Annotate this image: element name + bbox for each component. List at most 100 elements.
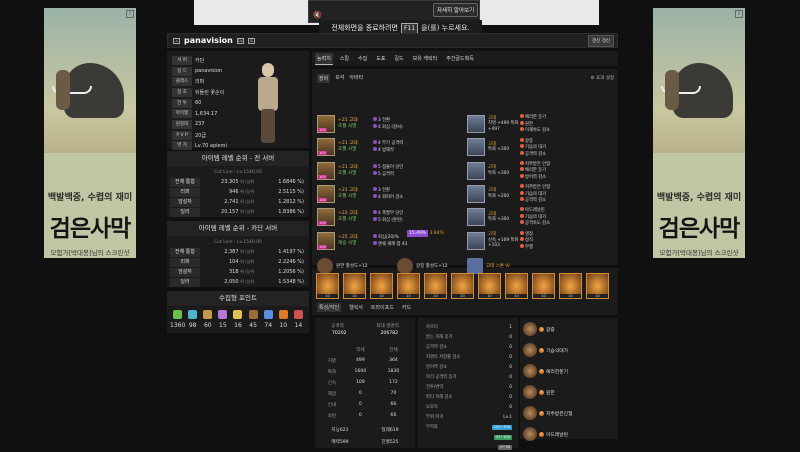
main-tabs: 능력치 스킬 수집 도표 길드 보유 캐릭터 주간골드획득 [312, 51, 618, 66]
engraving-value: 0 [509, 354, 512, 360]
accessory-item[interactable]: 고대 치명 +499 특화 +497 예리한 둔기 원한 이재속도 감소 [467, 114, 612, 134]
gem-level: 10 [587, 294, 608, 298]
gem-item[interactable]: 10 [505, 273, 528, 299]
gem-item[interactable]: 10 [370, 273, 393, 299]
gem-level: 10 [506, 294, 527, 298]
tab-6[interactable]: 주간골드획득 [444, 53, 476, 64]
accessory-item[interactable]: 고대 특화 +300 저주받은 인형 예리한 둔기 방어력 감소 [467, 160, 612, 181]
engraving-key: 카르티 [426, 325, 438, 330]
equip-tab-0[interactable]: 장비 [317, 74, 331, 83]
card-item[interactable]: 3 기습의대가 [520, 340, 618, 360]
card-item[interactable]: 3 예리한둔기 [520, 361, 618, 381]
engraving-value: 0 [509, 334, 512, 340]
collect-item[interactable]: 45 [246, 310, 261, 329]
option-dot-icon [373, 217, 377, 222]
tab-4[interactable]: 길드 [392, 53, 405, 64]
rank-server-panel: 아이템 레벨 순위 - 카단 서버 Cut Line : Lv.1540.00 … [167, 221, 309, 287]
gear-item[interactable]: 100 +21 고대 초월 사멸 4 부기 공격력 4 방해작 [317, 137, 457, 157]
collect-item[interactable]: 74 [261, 310, 276, 329]
bottom-tab-1[interactable]: 엘릭서 [349, 304, 363, 311]
collect-item[interactable]: 14 [291, 310, 306, 329]
gem-item[interactable]: 10 [586, 273, 609, 299]
bottom-tabs: 특성/각인 엘릭서 트라이포드 카드 [312, 300, 618, 315]
equip-tab-1[interactable]: 보석 [335, 74, 344, 83]
ad-banner-right[interactable]: i 백발백중, 수렵의 재미 검은사막 모험가[박대봉]님의 스크린샷 [653, 8, 745, 258]
rank-suffix: 위 (상위 [240, 179, 254, 184]
card-icon [523, 427, 537, 441]
equip-tab-2[interactable]: 아바타 [349, 74, 363, 83]
gear-item[interactable]: 100 +21 고대 초월 사멸 3 전환 4 회심 (정씨) [317, 114, 457, 134]
bracelet-label: 원한 활성도+12 [336, 264, 368, 269]
tab-1[interactable]: 스킬 [338, 53, 351, 64]
collect-list: 1360 98 60 15 16 45 74 10 14 [167, 306, 309, 333]
engraving-row: 전투/변역 0 [418, 382, 518, 392]
refresh-button[interactable]: 갱신 갱신 [588, 34, 614, 47]
collect-item[interactable]: 15 [215, 310, 230, 329]
collect-item[interactable]: 16 [230, 310, 245, 329]
accessory-item[interactable]: 고대 특화 +300 갈증 기습의 대가 공격력 감소 [467, 137, 612, 157]
gem-item[interactable]: 10 [559, 273, 582, 299]
notice-key: F11 [400, 22, 419, 34]
bottom-tab-3[interactable]: 카드 [402, 304, 411, 311]
card-item[interactable]: 1 아드레날린 [520, 424, 618, 444]
card-name: 저주받은인형 [546, 411, 573, 417]
ad-info-icon[interactable]: i [126, 10, 134, 18]
accessory-item[interactable]: 고대 신속 +109 특화 +103 냉정 정직 무행 [467, 230, 612, 251]
gem-item[interactable]: 10 [451, 273, 474, 299]
mute-icon[interactable]: 🔇 [313, 11, 322, 19]
gem-item[interactable]: 10 [343, 273, 366, 299]
gear-item[interactable]: 100 +22 고대 초월 사멸 4 폭발부 당인 5 회심 (훈련) [317, 207, 457, 227]
tab-5[interactable]: 보유 캐릭터 [411, 53, 440, 64]
gem-item[interactable]: 10 [397, 273, 420, 299]
gem-item[interactable]: 10 [316, 273, 339, 299]
rank-percent: 1.2812 %) [278, 199, 304, 205]
stat-acc: 1600 [354, 369, 367, 374]
gear-quality: 100 [318, 244, 327, 249]
effect-settings[interactable]: ⚙ 효과 설정 [591, 75, 614, 81]
collect-item[interactable]: 1360 [170, 310, 185, 329]
option-dot-icon [373, 210, 377, 215]
card-item[interactable]: 3 저주받은인형 [520, 403, 618, 423]
accessory-icon [467, 231, 485, 250]
gem-item[interactable]: 10 [532, 273, 555, 299]
tab-3[interactable]: 도표 [374, 53, 387, 64]
collect-item[interactable]: 60 [200, 310, 215, 329]
gear-name: +21 고대 초월 사멸 [338, 141, 373, 153]
card-item[interactable]: 3 원한 [520, 382, 618, 402]
stat-foot-4: 친절525 [381, 440, 399, 445]
stat-total: 70 [390, 391, 397, 396]
collect-item[interactable]: 10 [276, 310, 291, 329]
rank-row: 전체 통합 2,387 위 (상위 1.4197 %) [170, 247, 306, 257]
gem-level: 10 [317, 294, 338, 298]
gem-item[interactable]: 10 [424, 273, 447, 299]
bottom-tab-2[interactable]: 트라이포드 [371, 304, 394, 311]
gem-item[interactable]: 10 [478, 273, 501, 299]
profile-row: 아이템 1,634.17 [172, 108, 232, 119]
tab-0[interactable]: 능력치 [315, 52, 333, 65]
rank-row: 딜러 20,157 위 (상위 1.8386 %) [170, 207, 306, 217]
gear-option: 5 공격력 [373, 170, 403, 178]
rank-all-table: 전체 통합 23,305 위 (상위 1.6846 %) 리퍼 946 위 (상위 2.5… [170, 177, 306, 217]
ad-banner-left[interactable]: i 백발백중, 수렵의 재미 검은사막 모험가[박대봉]님의 스크린샷 [44, 8, 136, 258]
stat-foot-3: 매력599 [331, 440, 349, 445]
collect-count: 45 [249, 322, 257, 329]
character-name: panavision [184, 36, 233, 45]
gear-option: 회심(20)% [373, 233, 407, 241]
option-dot-icon [520, 114, 524, 119]
tab-2[interactable]: 수집 [356, 53, 369, 64]
profile-value: 237 [195, 121, 205, 128]
learn-more-button[interactable]: 자세히 알아보기 [433, 3, 479, 17]
accessory-item[interactable]: 고대 특화 +200 저주받은 인형 기습의 대가 공격력 감소 [467, 184, 612, 204]
accessory-option: 예리한 둔기 [520, 114, 550, 121]
rank-all-cutline: Cut Line : Lv.1540.00 [214, 170, 262, 175]
card-item[interactable]: 3 갈증 [520, 319, 618, 339]
bottom-tab-0[interactable]: 특성/각인 [317, 303, 342, 312]
collect-item[interactable]: 98 [185, 310, 200, 329]
accessory-option: 기습의 대가 [520, 144, 546, 151]
gear-item[interactable]: 100 +21 고대 초월 사멸 3 전환 4 회피어 감소 [317, 184, 457, 204]
rank-label: 전체 통합 [170, 247, 200, 257]
gear-item[interactable]: 100 +21 고대 초월 사멸 5 정불이 당인 5 공격력 [317, 161, 457, 181]
ad-info-icon[interactable]: i [735, 10, 743, 18]
accessory-item[interactable]: 고대 특화 +300 아드레날린 기습의 대가 공격속도 감소 [467, 207, 612, 227]
card-name: 예리한둔기 [546, 369, 569, 375]
